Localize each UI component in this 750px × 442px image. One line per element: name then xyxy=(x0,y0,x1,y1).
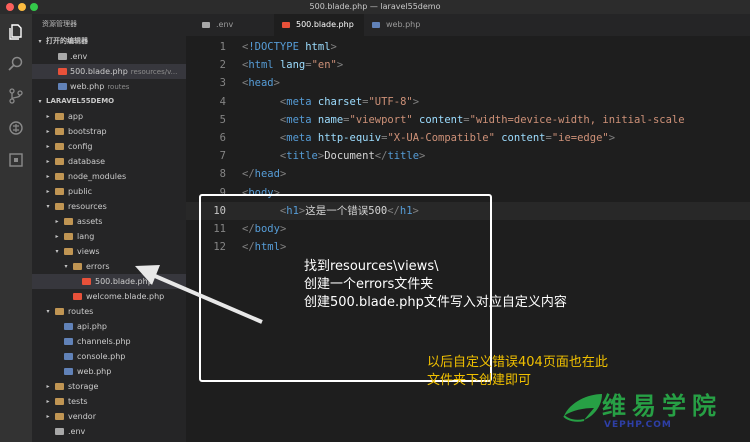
watermark: 维易学院 VEPHP.COM xyxy=(558,386,744,436)
note-line: 以后自定义错误404页面也在此 xyxy=(427,355,608,370)
watermark-logo xyxy=(563,394,602,422)
watermark-url: VEPHP.COM xyxy=(604,420,672,430)
annotation-line: 找到resources\views\ xyxy=(304,259,439,274)
annotation-line: 创建500.blade.php文件写入对应自定义内容 xyxy=(304,295,567,310)
annotation-note: 以后自定义错误404页面也在此 文件夹下创建即可 xyxy=(427,354,608,390)
annotation-text: 找到resources\views\ 创建一个errors文件夹 创建500.b… xyxy=(304,258,567,312)
watermark-text: 维易学院 xyxy=(602,392,722,420)
annotation-arrow xyxy=(135,265,263,324)
annotation-line: 创建一个errors文件夹 xyxy=(304,277,434,292)
